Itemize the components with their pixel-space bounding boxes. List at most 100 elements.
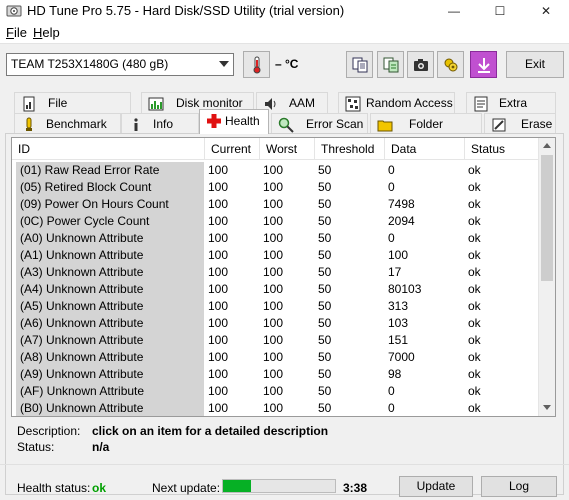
save-icon [478, 58, 490, 73]
table-row[interactable]: (A8) Unknown Attribute 100 100 50 7000 ok [12, 349, 539, 366]
column-header-id[interactable]: ID [12, 138, 205, 160]
cell-threshold: 50 [318, 197, 332, 211]
cell-data: 2094 [388, 214, 415, 228]
cell-data: 0 [388, 163, 395, 177]
cell-current: 100 [208, 163, 229, 177]
table-row[interactable]: (AF) Unknown Attribute 100 100 50 0 ok [12, 383, 539, 400]
column-header-worst[interactable]: Worst [260, 138, 315, 160]
table-header: ID Current Worst Threshold Data Status [12, 138, 539, 160]
magnifier-icon [278, 117, 294, 133]
cell-data: 100 [388, 248, 409, 262]
tab-info[interactable]: Info [121, 113, 199, 135]
tab-benchmark[interactable]: Benchmark [14, 113, 121, 135]
table-row[interactable]: (05) Retired Block Count 100 100 50 0 ok [12, 179, 539, 196]
countdown-timer: 3:38 [343, 481, 368, 495]
cell-status: ok [468, 265, 481, 279]
vertical-scrollbar[interactable] [538, 138, 555, 416]
cell-current: 100 [208, 367, 229, 381]
random-access-icon [345, 96, 361, 112]
cell-status: ok [468, 333, 481, 347]
cell-id: (A8) Unknown Attribute [16, 349, 204, 366]
smart-attributes-table[interactable]: ID Current Worst Threshold Data Status (… [11, 137, 556, 417]
erase-icon [492, 118, 506, 132]
scroll-up-icon[interactable] [543, 143, 551, 148]
column-header-current[interactable]: Current [205, 138, 260, 160]
extra-tests-icon [474, 96, 488, 112]
table-row[interactable]: (A1) Unknown Attribute 100 100 50 100 ok [12, 247, 539, 264]
cell-data: 98 [388, 367, 402, 381]
cell-worst: 100 [263, 299, 284, 313]
health-cross-icon [207, 114, 221, 128]
minimize-button[interactable]: — [431, 0, 477, 22]
update-progress-fill [223, 480, 251, 492]
options-button[interactable] [437, 51, 464, 78]
scroll-thumb[interactable] [541, 155, 553, 281]
menu-help[interactable]: Help [33, 25, 60, 41]
cell-id: (05) Retired Block Count [16, 179, 204, 196]
cell-threshold: 50 [318, 180, 332, 194]
update-button[interactable]: Update [399, 476, 473, 497]
table-row[interactable]: (A3) Unknown Attribute 100 100 50 17 ok [12, 264, 539, 281]
file-benchmark-icon [23, 96, 35, 112]
column-header-status[interactable]: Status [465, 138, 539, 160]
scroll-down-icon[interactable] [543, 405, 551, 410]
table-row[interactable]: (0C) Power Cycle Count 100 100 50 2094 ok [12, 213, 539, 230]
cell-status: ok [468, 197, 481, 211]
cell-data: 151 [388, 333, 409, 347]
menu-file[interactable]: File [6, 25, 27, 41]
tab-error-scan[interactable]: Error Scan [271, 113, 368, 135]
save-button[interactable] [470, 51, 497, 78]
disk-monitor-icon [148, 97, 164, 111]
menu-bar: File Help [0, 22, 569, 44]
temperature-button[interactable] [243, 51, 270, 78]
cell-id: (01) Raw Read Error Rate [16, 162, 204, 179]
app-hdtune-icon [6, 5, 22, 17]
table-row[interactable]: (B0) Unknown Attribute 100 100 50 0 ok [12, 400, 539, 416]
table-row[interactable]: (A6) Unknown Attribute 100 100 50 103 ok [12, 315, 539, 332]
cell-current: 100 [208, 231, 229, 245]
table-row[interactable]: (A4) Unknown Attribute 100 100 50 80103 ok [12, 281, 539, 298]
log-button[interactable]: Log [481, 476, 557, 497]
cell-current: 100 [208, 299, 229, 313]
status-label: Status: [17, 440, 55, 454]
close-button[interactable]: ✕ [523, 0, 569, 22]
cell-current: 100 [208, 316, 229, 330]
tab-erase[interactable]: Erase [484, 113, 556, 135]
table-row[interactable]: (A7) Unknown Attribute 100 100 50 151 ok [12, 332, 539, 349]
cell-data: 0 [388, 180, 395, 194]
copy-info-button[interactable] [377, 51, 404, 78]
copy-text-button[interactable] [346, 51, 373, 78]
cell-current: 100 [208, 180, 229, 194]
cell-worst: 100 [263, 384, 284, 398]
description-value: click on an item for a detailed descript… [92, 424, 329, 438]
cell-worst: 100 [263, 163, 284, 177]
benchmark-icon [26, 117, 32, 131]
table-row[interactable]: (09) Power On Hours Count 100 100 50 7498 ok [12, 196, 539, 213]
tab-folder-usage[interactable]: Folder Usage [370, 113, 482, 151]
table-row[interactable]: (01) Raw Read Error Rate 100 100 50 0 ok [12, 162, 539, 179]
table-row[interactable]: (A9) Unknown Attribute 100 100 50 98 ok [12, 366, 539, 383]
cell-data: 7498 [388, 197, 415, 211]
tab-extra-tests[interactable]: Extra tests [466, 92, 556, 130]
tab-health[interactable]: Health [199, 109, 269, 134]
cell-threshold: 50 [318, 282, 332, 296]
cell-status: ok [468, 214, 481, 228]
cell-worst: 100 [263, 367, 284, 381]
screenshot-button[interactable] [407, 51, 434, 78]
divider [0, 464, 569, 465]
cell-id: (A6) Unknown Attribute [16, 315, 204, 332]
maximize-button[interactable]: ☐ [477, 0, 523, 22]
temperature-readout: – °C [275, 57, 299, 71]
tab-random-access[interactable]: Random Access [338, 92, 455, 114]
table-row[interactable]: (A0) Unknown Attribute 100 100 50 0 ok [12, 230, 539, 247]
drive-select[interactable]: TEAM T253X1480G (480 gB) [6, 53, 234, 76]
column-header-threshold[interactable]: Threshold [315, 138, 385, 160]
column-header-data[interactable]: Data [385, 138, 465, 160]
tab-file-benchmark[interactable]: File Benchmark [14, 92, 131, 130]
cell-id: (A7) Unknown Attribute [16, 332, 204, 349]
cell-id: (A9) Unknown Attribute [16, 366, 204, 383]
cell-id: (AF) Unknown Attribute [16, 383, 204, 400]
table-row[interactable]: (A5) Unknown Attribute 100 100 50 313 ok [12, 298, 539, 315]
cell-current: 100 [208, 248, 229, 262]
exit-button[interactable]: Exit [506, 51, 564, 78]
